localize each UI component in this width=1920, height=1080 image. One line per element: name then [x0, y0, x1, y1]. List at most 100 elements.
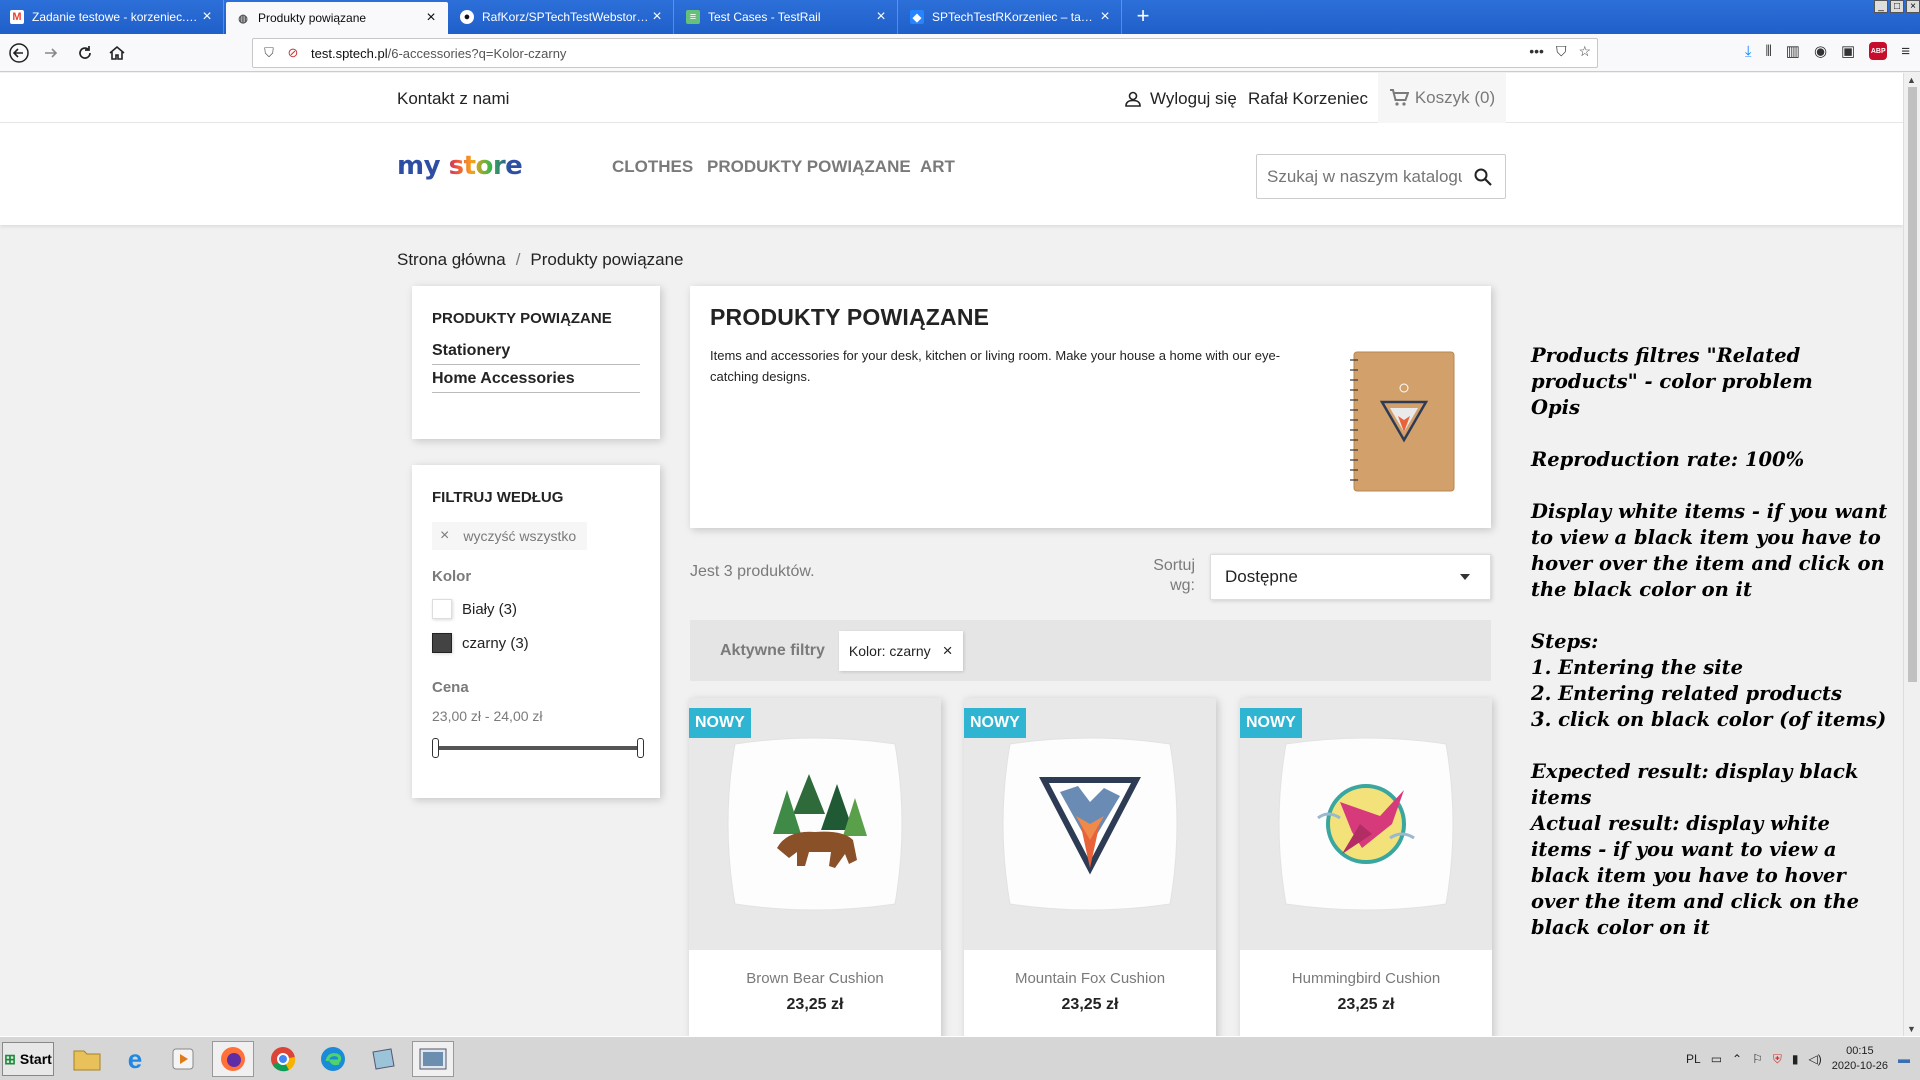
product-card[interactable]: NOWY Mountain Fox Cushion 23,25 zł	[964, 698, 1216, 1036]
pocket-icon[interactable]: ⛉	[1556, 43, 1567, 60]
slider-min-handle[interactable]	[432, 738, 439, 758]
product-price: 23,25 zł	[786, 996, 844, 1013]
black-swatch[interactable]	[432, 633, 452, 653]
product-name[interactable]: Mountain Fox Cushion	[964, 970, 1216, 987]
product-image[interactable]: NOWY	[689, 698, 941, 950]
product-card[interactable]: NOWY Brown Bear Cushion 23,25 zł	[689, 698, 941, 1036]
product-image[interactable]: NOWY	[1240, 698, 1492, 950]
product-name[interactable]: Brown Bear Cushion	[689, 970, 941, 987]
edge-icon	[321, 1047, 345, 1071]
breadcrumb-home[interactable]: Strona główna	[397, 250, 506, 270]
bookmark-star-icon[interactable]: ☆	[1578, 43, 1591, 60]
network-drive-icon[interactable]: ▭	[1711, 1052, 1722, 1066]
maximize-button[interactable]: □	[1890, 0, 1904, 13]
color-option-white[interactable]: Biały (3)	[432, 599, 640, 619]
library-icon[interactable]: ⫴	[1765, 43, 1771, 60]
taskbar-edge[interactable]	[312, 1041, 354, 1077]
hamburger-menu-icon[interactable]: ≡	[1901, 43, 1910, 60]
show-desktop-icon[interactable]: ▬	[1898, 1052, 1910, 1066]
account-icon[interactable]: ◉	[1814, 42, 1827, 60]
close-icon[interactable]: ×	[873, 8, 889, 26]
caret-down-icon	[1460, 574, 1470, 580]
color-option-black[interactable]: czarny (3)	[432, 633, 640, 653]
logout-link[interactable]: Wyloguj się	[1124, 89, 1237, 109]
tab-gmail[interactable]: M Zadanie testowe - korzeniec.rafal ×	[0, 0, 224, 34]
sort-selected-value: Dostępne	[1225, 567, 1298, 586]
page-actions-icon[interactable]: •••	[1529, 43, 1544, 60]
volume-icon[interactable]: ◁)	[1808, 1052, 1821, 1066]
security-icon[interactable]: ⛨	[1773, 1052, 1782, 1067]
taskbar-chrome[interactable]	[262, 1041, 304, 1077]
search-input[interactable]	[1257, 155, 1462, 198]
reload-button[interactable]	[72, 40, 98, 66]
tray-expand-icon[interactable]: ⌃	[1732, 1052, 1742, 1066]
scroll-up-icon[interactable]: ▲	[1907, 75, 1916, 85]
category-home-accessories[interactable]: Home Accessories	[432, 365, 640, 393]
download-icon[interactable]: ⤓	[1745, 43, 1752, 60]
selenium-icon[interactable]: ▣	[1841, 42, 1855, 60]
close-icon[interactable]: ×	[1097, 8, 1113, 26]
close-icon[interactable]: ×	[649, 8, 665, 26]
cart-button[interactable]: Koszyk (0)	[1378, 73, 1506, 123]
chrome-icon	[271, 1047, 296, 1072]
taskbar-app[interactable]	[362, 1041, 404, 1077]
clock[interactable]: 00:15 2020-10-26	[1832, 1044, 1888, 1074]
language-indicator[interactable]: PL	[1686, 1052, 1701, 1066]
menu-produkty-powiazane[interactable]: PRODUKTY POWIĄZANE	[707, 157, 911, 177]
sidebar-icon[interactable]: ▥	[1786, 42, 1800, 60]
price-slider[interactable]	[432, 738, 644, 758]
new-tab-button[interactable]: +	[1130, 4, 1156, 30]
taskbar-explorer[interactable]	[66, 1041, 108, 1077]
contact-link[interactable]: Kontakt z nami	[397, 89, 509, 109]
breadcrumb-current[interactable]: Produkty powiązane	[530, 250, 683, 270]
back-button[interactable]	[6, 40, 32, 66]
search-icon[interactable]	[1473, 167, 1493, 187]
tab-github[interactable]: ● RafKorz/SPTechTestWebstore: Te ×	[450, 0, 674, 34]
address-bar[interactable]: ⛉ ⊘ test.sptech.pl/6-accessories?q=Kolor…	[252, 38, 1598, 68]
category-description: Items and accessories for your desk, kit…	[710, 348, 1281, 384]
scrollbar-thumb[interactable]	[1908, 87, 1917, 682]
window-close-button[interactable]: ×	[1906, 0, 1920, 13]
windows-taskbar: ⊞ Start e PL ▭ ⌃ ⚐ ⛨ ▮ ◁) 00:15 2020-10-…	[0, 1036, 1920, 1080]
tab-jira[interactable]: ◆ SPTechTestRKorzeniec – tablica A ×	[900, 0, 1122, 34]
menu-art[interactable]: ART	[920, 157, 955, 177]
clear-all-filters-button[interactable]: × wyczyść wszystko	[432, 522, 587, 550]
category-header: PRODUKTY POWIĄZANE Items and accessories…	[690, 286, 1491, 528]
close-icon[interactable]: ×	[423, 9, 439, 27]
network-icon[interactable]: ▮	[1792, 1052, 1799, 1066]
color-option-label[interactable]: Biały (3)	[462, 601, 517, 618]
tab-testrail[interactable]: ≡ Test Cases - TestRail ×	[676, 0, 898, 34]
scroll-down-icon[interactable]: ▼	[1907, 1024, 1916, 1034]
menu-clothes[interactable]: CLOTHES	[612, 157, 693, 177]
taskbar-screenshot-tool[interactable]	[412, 1041, 454, 1077]
close-icon[interactable]: ×	[199, 8, 215, 26]
taskbar-firefox[interactable]	[212, 1041, 254, 1077]
taskbar-ie[interactable]: e	[114, 1041, 156, 1077]
category-stationery[interactable]: Stationery	[432, 337, 640, 365]
adblock-icon[interactable]: ABP	[1869, 42, 1888, 60]
category-tree-title[interactable]: PRODUKTY POWIĄZANE	[432, 310, 640, 327]
color-option-label[interactable]: czarny (3)	[462, 635, 529, 652]
product-card[interactable]: NOWY Hummingbird Cushion 23,25 zł	[1240, 698, 1492, 1036]
active-filters-label: Aktywne filtry	[720, 641, 825, 659]
taskbar-media[interactable]	[162, 1041, 204, 1077]
active-filter-chip: Kolor: czarny ×	[838, 630, 963, 671]
product-name[interactable]: Hummingbird Cushion	[1240, 970, 1492, 987]
page-scrollbar[interactable]: ▲ ▼	[1903, 73, 1920, 1036]
url-host: test.sptech.pl	[311, 45, 388, 61]
white-swatch[interactable]	[432, 599, 452, 619]
start-button[interactable]: ⊞ Start	[2, 1042, 54, 1076]
firefox-icon	[221, 1047, 245, 1071]
reload-icon	[79, 46, 91, 59]
home-button[interactable]	[104, 40, 130, 66]
remove-filter-icon[interactable]: ×	[943, 641, 953, 661]
flag-icon[interactable]: ⚐	[1752, 1052, 1763, 1066]
store-logo[interactable]: my store	[397, 151, 523, 181]
account-name-link[interactable]: Rafał Korzeniec	[1248, 89, 1368, 109]
forward-button[interactable]	[38, 40, 64, 66]
sort-dropdown[interactable]: Dostępne	[1210, 554, 1491, 600]
slider-max-handle[interactable]	[637, 738, 644, 758]
tab-produkty-powiazane[interactable]: ◍ Produkty powiązane ×	[226, 2, 448, 34]
product-image[interactable]: NOWY	[964, 698, 1216, 950]
minimize-button[interactable]: _	[1874, 0, 1888, 13]
